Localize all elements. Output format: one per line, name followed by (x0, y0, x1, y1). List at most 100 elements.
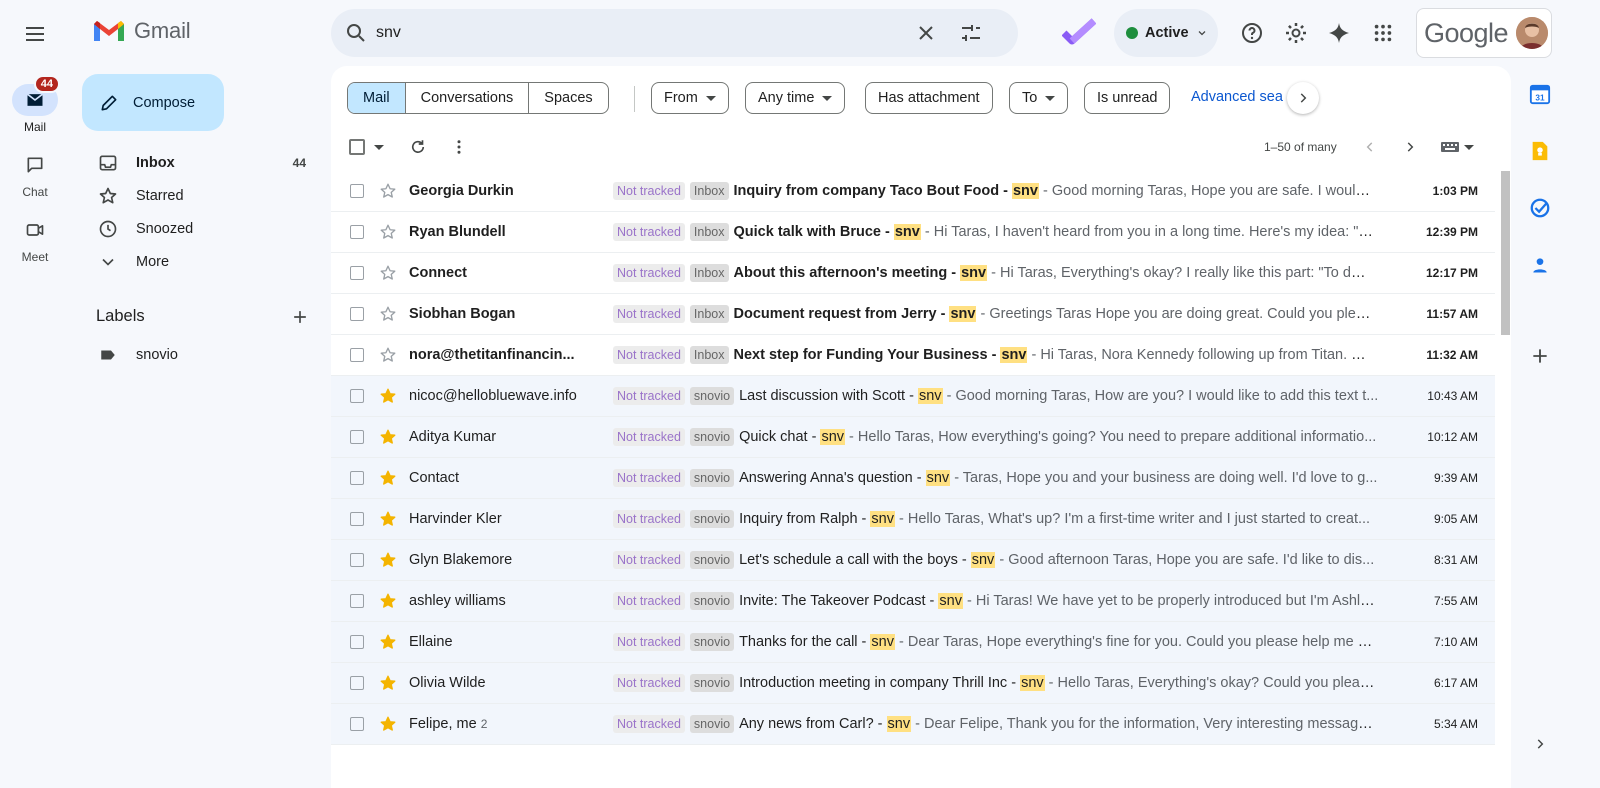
label-badge[interactable]: snovio (689, 387, 735, 405)
email-row[interactable]: nicoc@hellobluewave.info Not tracked snovi… (331, 376, 1495, 417)
label-badge[interactable]: snovio (689, 428, 735, 446)
row-checkbox[interactable] (350, 348, 364, 362)
label-snovio[interactable]: snovio (82, 339, 332, 371)
label-badge[interactable]: snovio (689, 469, 735, 487)
nav-more[interactable]: More (82, 246, 332, 278)
label-badge[interactable]: snovio (689, 551, 735, 569)
select-all-checkbox[interactable] (347, 137, 367, 157)
rail-meet[interactable]: Meet (0, 214, 70, 264)
star-filled-icon[interactable] (379, 510, 397, 528)
input-tools-keyboard-icon[interactable] (1437, 137, 1477, 157)
email-row[interactable]: Ellaine Not tracked snovio Thanks for the c… (331, 622, 1495, 663)
filter-any-time[interactable]: Any time (745, 82, 846, 114)
star-filled-icon[interactable] (379, 387, 397, 405)
row-checkbox[interactable] (350, 225, 364, 239)
label-badge[interactable]: snovio (689, 674, 735, 692)
tasks-icon[interactable] (1528, 196, 1552, 220)
scroll-chips-right-button[interactable] (1287, 82, 1319, 114)
settings-gear-icon[interactable] (1283, 20, 1309, 46)
label-badge[interactable]: Inbox (689, 223, 729, 241)
filter-to[interactable]: To (1009, 82, 1069, 114)
row-checkbox[interactable] (350, 430, 364, 444)
email-row[interactable]: Harvinder Kler Not tracked snovio Inquiry f… (331, 499, 1495, 540)
star-outline-icon[interactable] (379, 305, 397, 323)
search-options-icon[interactable] (959, 21, 983, 45)
star-filled-icon[interactable] (379, 633, 397, 651)
email-row[interactable]: Contact Not tracked snovio Answering Anna's… (331, 458, 1495, 499)
label-badge[interactable]: snovio (689, 633, 735, 651)
email-row[interactable]: Aditya Kumar Not tracked snovio Quick chat … (331, 417, 1495, 458)
label-badge[interactable]: snovio (689, 592, 735, 610)
label-badge[interactable]: Inbox (689, 264, 729, 282)
add-label-icon[interactable] (290, 307, 310, 327)
rail-chat[interactable]: Chat (0, 149, 70, 199)
email-row[interactable]: Glyn Blakemore Not tracked snovio Let's sch… (331, 540, 1495, 581)
email-row[interactable]: Connect Not tracked Inbox About this aftern… (331, 253, 1495, 294)
checkmark-app-icon[interactable] (1061, 17, 1097, 47)
email-row[interactable]: ashley williams Not tracked snovio Invite: … (331, 581, 1495, 622)
search-input[interactable] (376, 24, 906, 42)
star-outline-icon[interactable] (379, 264, 397, 282)
star-filled-icon[interactable] (379, 674, 397, 692)
row-checkbox[interactable] (350, 266, 364, 280)
gemini-sparkle-icon[interactable] (1326, 20, 1352, 46)
row-checkbox[interactable] (350, 594, 364, 608)
help-icon[interactable] (1239, 20, 1265, 46)
filter-from[interactable]: From (651, 82, 729, 114)
nav-starred[interactable]: Starred (82, 180, 332, 212)
scrollbar-thumb[interactable] (1501, 171, 1510, 335)
email-row[interactable]: nora@thetitanfinancin... Not tracked Inbox… (331, 335, 1495, 376)
scope-tab-conversations[interactable]: Conversations (406, 83, 530, 113)
contacts-icon[interactable] (1528, 253, 1552, 277)
row-checkbox[interactable] (350, 553, 364, 567)
label-badge[interactable]: Inbox (689, 305, 729, 323)
row-checkbox[interactable] (350, 471, 364, 485)
filter-is-unread[interactable]: Is unread (1084, 82, 1171, 114)
more-vert-icon[interactable] (449, 137, 469, 157)
add-addon-icon[interactable] (1528, 344, 1552, 368)
star-filled-icon[interactable] (379, 592, 397, 610)
expand-side-panel-icon[interactable] (1528, 732, 1552, 756)
calendar-icon[interactable]: 31 (1528, 82, 1552, 106)
row-checkbox[interactable] (350, 389, 364, 403)
email-row[interactable]: Ryan Blundell Not tracked Inbox Quick talk … (331, 212, 1495, 253)
star-filled-icon[interactable] (379, 551, 397, 569)
prev-page-icon[interactable] (1360, 137, 1380, 157)
star-filled-icon[interactable] (379, 469, 397, 487)
row-checkbox[interactable] (350, 307, 364, 321)
google-account-button[interactable]: Google (1416, 8, 1552, 58)
status-dropdown[interactable]: Active (1114, 9, 1218, 57)
filter-has-attachment[interactable]: Has attachment (865, 82, 993, 114)
refresh-icon[interactable] (408, 137, 428, 157)
label-badge[interactable]: Inbox (689, 346, 729, 364)
label-badge[interactable]: Inbox (689, 182, 729, 200)
next-page-icon[interactable] (1400, 137, 1420, 157)
nav-snoozed[interactable]: Snoozed (82, 213, 332, 245)
row-checkbox[interactable] (350, 184, 364, 198)
scope-tab-mail[interactable]: Mail (348, 83, 406, 113)
scope-tab-spaces[interactable]: Spaces (529, 83, 607, 113)
main-menu-icon[interactable] (23, 22, 47, 46)
label-badge[interactable]: snovio (689, 510, 735, 528)
row-checkbox[interactable] (350, 512, 364, 526)
search-icon[interactable] (344, 21, 368, 45)
star-outline-icon[interactable] (379, 223, 397, 241)
clear-search-icon[interactable] (914, 21, 938, 45)
email-row[interactable]: Felipe, me 2 Not tracked snovio Any news fro… (331, 704, 1495, 745)
advanced-search-link[interactable]: Advanced sea (1191, 89, 1283, 105)
email-row[interactable]: Georgia Durkin Not tracked Inbox Inquiry fr… (331, 171, 1495, 212)
email-row[interactable]: Siobhan Bogan Not tracked Inbox Document re… (331, 294, 1495, 335)
star-filled-icon[interactable] (379, 428, 397, 446)
apps-grid-icon[interactable] (1370, 20, 1396, 46)
rail-mail[interactable]: 44 Mail (0, 75, 70, 134)
star-outline-icon[interactable] (379, 346, 397, 364)
row-checkbox[interactable] (350, 635, 364, 649)
email-row[interactable]: Olivia Wilde Not tracked snovio Introductio… (331, 663, 1495, 704)
label-badge[interactable]: snovio (689, 715, 735, 733)
gmail-logo[interactable]: Gmail (92, 18, 191, 44)
keep-notes-icon[interactable] (1528, 139, 1552, 163)
select-dropdown-icon[interactable] (369, 137, 389, 157)
compose-button[interactable]: Compose (82, 74, 224, 131)
nav-inbox[interactable]: Inbox 44 (82, 147, 332, 179)
star-outline-icon[interactable] (379, 182, 397, 200)
